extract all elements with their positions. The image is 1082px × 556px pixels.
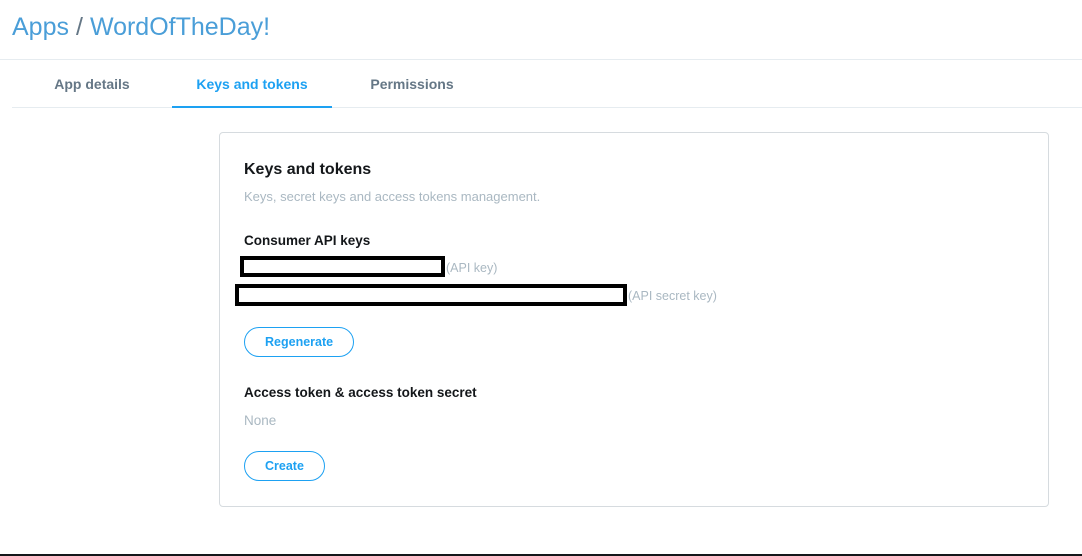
breadcrumb-app-name[interactable]: WordOfTheDay! <box>90 13 270 41</box>
api-key-label: (API key) <box>446 261 498 275</box>
breadcrumb-separator: / <box>75 13 83 41</box>
tab-bar: App details Keys and tokens Permissions <box>12 60 1082 108</box>
tab-keys-and-tokens[interactable]: Keys and tokens <box>172 60 332 108</box>
keys-and-tokens-card: Keys and tokens Keys, secret keys and ac… <box>219 132 1049 507</box>
regenerate-button[interactable]: Regenerate <box>244 327 355 357</box>
consumer-api-keys-title: Consumer API keys <box>244 233 371 248</box>
api-secret-key-label: (API secret key) <box>628 289 717 303</box>
tab-app-details[interactable]: App details <box>12 60 172 107</box>
card-title: Keys and tokens <box>244 161 372 178</box>
breadcrumb-apps-link[interactable]: Apps <box>12 13 69 41</box>
card-subtitle: Keys, secret keys and access tokens mana… <box>244 189 541 204</box>
create-button[interactable]: Create <box>244 451 325 481</box>
page-header: Apps / WordOfTheDay! <box>0 0 1082 60</box>
api-secret-key-redaction <box>235 284 627 306</box>
access-token-title: Access token & access token secret <box>244 385 477 400</box>
breadcrumb: Apps / WordOfTheDay! <box>12 10 270 44</box>
api-key-redaction <box>240 256 445 277</box>
access-token-value: None <box>244 413 277 428</box>
tab-permissions[interactable]: Permissions <box>332 60 492 107</box>
